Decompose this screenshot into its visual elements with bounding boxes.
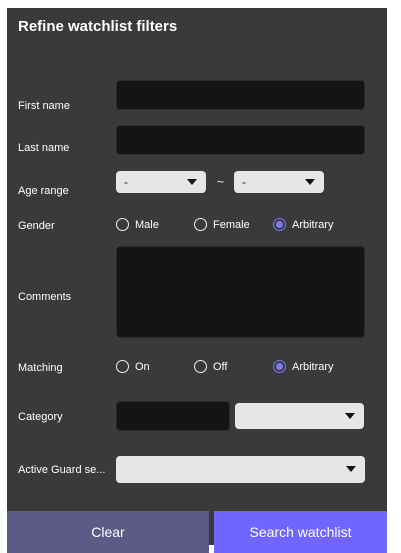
category-select[interactable] [235, 403, 364, 429]
age-to-select[interactable]: - [234, 171, 324, 193]
age-from-select[interactable]: - [116, 171, 206, 193]
clear-button[interactable]: Clear [7, 511, 209, 553]
comments-label: Comments [18, 291, 72, 303]
age-from-value: - [124, 175, 128, 189]
first-name-input[interactable] [116, 80, 365, 110]
radio-icon [194, 360, 207, 373]
chevron-down-icon [305, 179, 315, 185]
matching-radio-off[interactable]: Off [194, 360, 227, 373]
radio-selected-icon [273, 218, 286, 231]
category-input[interactable] [116, 401, 230, 431]
matching-label: Matching [18, 362, 63, 374]
chevron-down-icon [187, 179, 197, 185]
gender-option-label: Female [213, 218, 250, 231]
active-guard-label: Active Guard se... [18, 464, 106, 476]
active-guard-select[interactable] [116, 456, 365, 483]
chevron-down-icon [345, 413, 355, 419]
radio-icon [116, 360, 129, 373]
age-range-label: Age range [18, 185, 69, 197]
last-name-input[interactable] [116, 125, 365, 155]
age-range-separator: ~ [217, 175, 225, 189]
gender-option-label: Arbitrary [292, 218, 334, 231]
refine-filters-panel: Refine watchlist filters First name Last… [7, 8, 387, 553]
matching-radio-on[interactable]: On [116, 360, 150, 373]
gender-label: Gender [18, 220, 55, 232]
matching-option-label: On [135, 360, 150, 373]
panel-title: Refine watchlist filters [18, 18, 178, 35]
gender-radio-female[interactable]: Female [194, 218, 250, 231]
gender-radio-arbitrary[interactable]: Arbitrary [273, 218, 334, 231]
radio-icon [116, 218, 129, 231]
search-watchlist-button[interactable]: Search watchlist [214, 511, 387, 553]
gender-option-label: Male [135, 218, 159, 231]
matching-radio-arbitrary[interactable]: Arbitrary [273, 360, 334, 373]
matching-option-label: Off [213, 360, 228, 373]
chevron-down-icon [346, 466, 356, 472]
age-to-value: - [242, 175, 246, 189]
first-name-label: First name [18, 100, 70, 112]
comments-textarea[interactable] [116, 246, 365, 338]
category-label: Category [18, 411, 63, 423]
matching-option-label: Arbitrary [292, 360, 334, 373]
radio-selected-icon [273, 360, 286, 373]
last-name-label: Last name [18, 142, 70, 154]
gender-radio-male[interactable]: Male [116, 218, 159, 231]
radio-icon [194, 218, 207, 231]
